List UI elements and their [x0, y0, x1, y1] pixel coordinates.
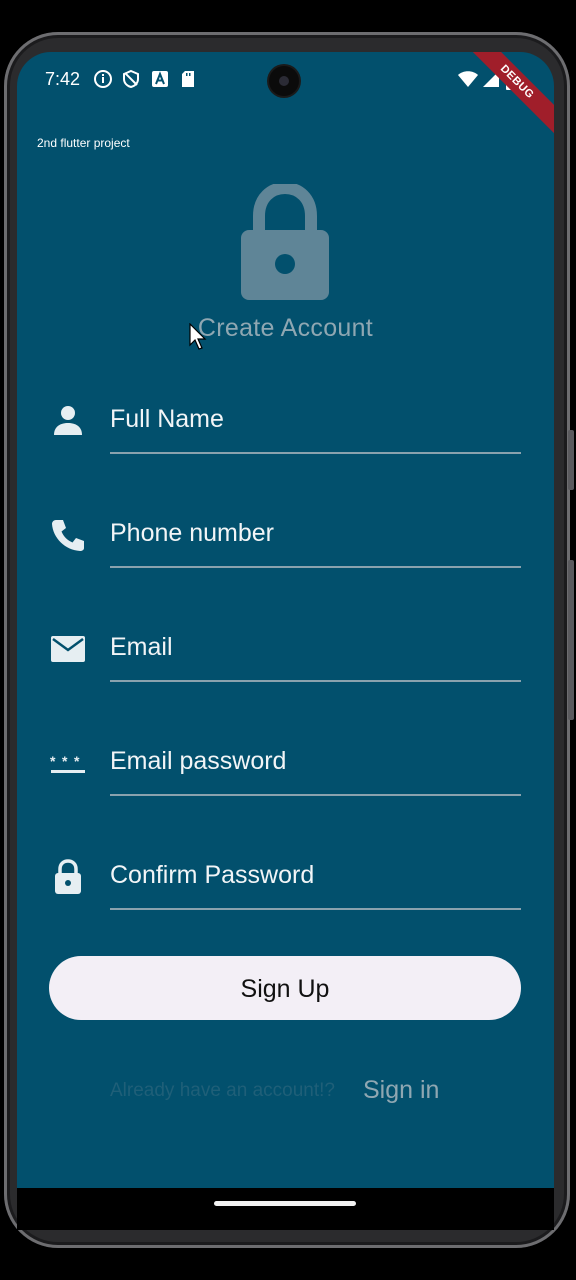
email-password-label: Email password — [110, 747, 287, 775]
confirm-password-field[interactable]: Confirm Password — [17, 842, 554, 942]
confirm-password-underline — [110, 908, 521, 910]
svg-text:*: * — [50, 753, 56, 769]
info-icon — [94, 70, 112, 88]
full-name-label: Full Name — [110, 405, 224, 433]
volume-button — [568, 430, 574, 490]
create-account-heading: Create Account — [197, 314, 374, 342]
mouse-cursor-icon — [189, 323, 207, 350]
shield-icon — [123, 69, 139, 89]
email-password-field[interactable]: * * * Email password — [17, 728, 554, 828]
lock-icon — [55, 859, 81, 894]
phone-number-field[interactable]: Phone number — [17, 500, 554, 600]
full-name-underline — [110, 452, 521, 454]
svg-text:*: * — [62, 753, 68, 769]
home-indicator[interactable] — [214, 1201, 356, 1206]
app-screen: 7:42 DEBUG 2nd flutter project Create Ac… — [17, 52, 554, 1212]
email-field[interactable]: Email — [17, 614, 554, 714]
email-password-underline — [110, 794, 521, 796]
app-title: 2nd flutter project — [37, 136, 130, 150]
status-time: 7:42 — [45, 69, 81, 89]
status-bar: 7:42 — [17, 52, 554, 108]
confirm-password-label: Confirm Password — [110, 861, 315, 889]
navigation-bar — [17, 1188, 554, 1230]
email-underline — [110, 680, 521, 682]
full-name-field[interactable]: Full Name — [17, 386, 554, 486]
already-have-account-text: Already have an account!? — [110, 1080, 335, 1101]
email-icon — [51, 636, 85, 662]
phone-number-label: Phone number — [110, 519, 275, 547]
wifi-icon — [458, 71, 478, 87]
email-label: Email — [110, 633, 173, 661]
sign-up-button[interactable]: Sign Up — [49, 956, 521, 1020]
front-camera — [269, 66, 299, 96]
sd-card-icon — [182, 71, 194, 87]
lock-icon — [241, 184, 329, 300]
password-icon: * * * — [50, 753, 85, 773]
phone-icon — [52, 520, 84, 551]
sign-in-link[interactable]: Sign in — [363, 1076, 439, 1105]
power-button — [568, 560, 574, 720]
phone-number-underline — [110, 566, 521, 568]
person-icon — [54, 406, 82, 435]
svg-text:*: * — [74, 753, 80, 769]
a-icon — [152, 71, 168, 87]
